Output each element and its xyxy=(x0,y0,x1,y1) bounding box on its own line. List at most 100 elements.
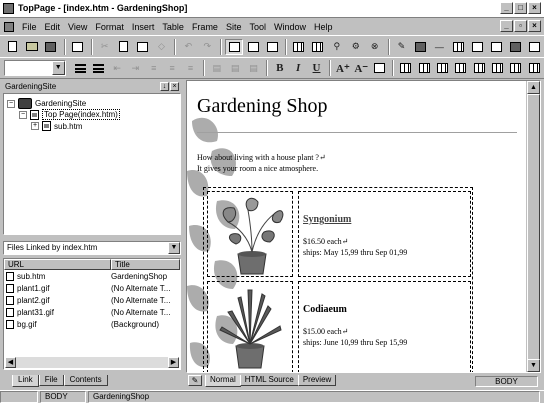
numbered-list-button[interactable] xyxy=(90,60,107,76)
new-file-button[interactable] xyxy=(4,39,22,55)
tree-node-sub[interactable]: + sub.htm xyxy=(31,121,82,131)
editor-pane[interactable]: Gardening Shop How about living with a h… xyxy=(186,80,541,373)
indent-button[interactable]: ⇥ xyxy=(127,60,144,76)
doc-minimize-button[interactable]: _ xyxy=(500,20,513,32)
menu-table[interactable]: Table xyxy=(158,22,188,32)
align-center-button[interactable]: ≡ xyxy=(163,60,180,76)
align-right-button[interactable]: ≡ xyxy=(182,60,199,76)
pen-icon[interactable]: ✎ xyxy=(188,375,202,386)
file-row[interactable]: bg.gif (Background) xyxy=(4,319,180,330)
align-middle-button[interactable]: ▤ xyxy=(226,60,243,76)
paragraph-style-select[interactable]: ▼ xyxy=(4,60,66,76)
font-size-down-button[interactable]: A⁻ xyxy=(353,60,370,76)
doc-close-button[interactable]: × xyxy=(528,20,541,32)
horizontal-scrollbar[interactable]: ◀ ▶ xyxy=(5,357,179,368)
tab-file[interactable]: File xyxy=(38,375,64,386)
format-painter-button[interactable]: ◇ xyxy=(152,39,170,55)
doc-restore-button[interactable]: ▫ xyxy=(514,20,527,32)
linked-files-list[interactable]: URL Title sub.htm GardeningShop plant1.g… xyxy=(3,258,181,370)
page-heading[interactable]: Gardening Shop xyxy=(197,95,328,118)
minimize-button[interactable]: _ xyxy=(500,2,513,14)
tree-collapse-toggle[interactable]: − xyxy=(19,110,27,119)
table-split-button[interactable] xyxy=(489,60,506,76)
browse-button[interactable]: ⚙ xyxy=(347,39,365,55)
paste-button[interactable] xyxy=(134,39,152,55)
insert-rule-button[interactable]: — xyxy=(430,39,448,55)
menu-format[interactable]: Format xyxy=(91,22,128,32)
menu-help[interactable]: Help xyxy=(310,22,337,32)
insert-script-button[interactable] xyxy=(525,39,543,55)
cut-button[interactable]: ✂ xyxy=(96,39,114,55)
font-size-up-button[interactable]: A⁺ xyxy=(334,60,351,76)
align-left-button[interactable]: ≡ xyxy=(145,60,162,76)
tree-expand-toggle[interactable]: + xyxy=(31,122,39,130)
tree-collapse-toggle[interactable]: − xyxy=(7,99,15,108)
italic-button[interactable]: I xyxy=(290,60,307,76)
undo-button[interactable]: ↶ xyxy=(179,39,197,55)
links-view-select[interactable]: Files Linked by index.htm ▼ xyxy=(3,241,181,255)
pane-pin-button[interactable]: ↓ xyxy=(160,81,169,91)
table-insert-row-button[interactable] xyxy=(397,60,414,76)
product-image-cell[interactable] xyxy=(207,191,293,277)
tab-normal[interactable]: Normal xyxy=(205,375,241,387)
scroll-left-icon[interactable]: ◀ xyxy=(5,357,16,368)
underline-button[interactable]: U xyxy=(308,60,325,76)
document-menu-icon[interactable] xyxy=(4,21,14,32)
file-row[interactable]: plant31.gif (No Alternate T... xyxy=(4,307,180,318)
table-delete-row-button[interactable] xyxy=(434,60,451,76)
save-button[interactable] xyxy=(42,39,60,55)
site-button[interactable] xyxy=(290,39,308,55)
product-info-cell[interactable]: Codiaeum $15.00 each↵ ships: June 10,99 … xyxy=(298,281,471,372)
pane-close-button[interactable]: × xyxy=(170,81,179,91)
cell-props-button[interactable] xyxy=(526,60,543,76)
source-view-button[interactable] xyxy=(244,39,262,55)
file-row[interactable]: sub.htm GardeningShop xyxy=(4,271,180,282)
print-button[interactable] xyxy=(69,39,87,55)
column-header-url[interactable]: URL xyxy=(4,259,111,270)
table-merge-button[interactable] xyxy=(471,60,488,76)
tree-node-top-page[interactable]: − Top Page(index.htm) xyxy=(19,109,120,120)
edit-button[interactable]: ✎ xyxy=(393,39,411,55)
bold-button[interactable]: B xyxy=(271,60,288,76)
scroll-down-icon[interactable]: ▼ xyxy=(527,359,540,372)
tab-contents[interactable]: Contents xyxy=(63,375,108,386)
insert-image-button[interactable] xyxy=(412,39,430,55)
table-props-button[interactable] xyxy=(507,60,524,76)
tree-node-site[interactable]: − GardeningSite xyxy=(7,98,86,109)
preview-view-button[interactable] xyxy=(263,39,281,55)
align-bottom-button[interactable]: ▤ xyxy=(245,60,262,76)
intro-line-2[interactable]: It gives your room a nice atmosphere. xyxy=(197,164,318,173)
scroll-thumb[interactable] xyxy=(527,94,540,364)
copy-button[interactable] xyxy=(115,39,133,55)
product-image-cell[interactable] xyxy=(207,281,293,372)
tab-preview[interactable]: Preview xyxy=(297,375,337,386)
file-row[interactable]: plant1.gif (No Alternate T... xyxy=(4,283,180,294)
intro-line-1[interactable]: How about living with a house plant ?↵ xyxy=(197,153,326,162)
table-delete-col-button[interactable] xyxy=(452,60,469,76)
scroll-right-icon[interactable]: ▶ xyxy=(168,357,179,368)
file-row[interactable]: plant2.gif (No Alternate T... xyxy=(4,295,180,306)
link-check-button[interactable] xyxy=(309,39,327,55)
site-tree[interactable]: − GardeningSite − Top Page(index.htm) + … xyxy=(3,93,181,235)
menu-edit[interactable]: Edit xyxy=(41,22,65,32)
insert-form-button[interactable] xyxy=(468,39,486,55)
insert-table-button[interactable] xyxy=(449,39,467,55)
find-button[interactable]: ⚲ xyxy=(328,39,346,55)
font-color-button[interactable] xyxy=(371,60,388,76)
scroll-up-icon[interactable]: ▲ xyxy=(527,81,540,94)
product-info-cell[interactable]: Syngonium $16.50 each↵ ships: May 15,99 … xyxy=(298,191,471,277)
menu-site[interactable]: Site xyxy=(222,22,246,32)
stop-button[interactable]: ⊗ xyxy=(366,39,384,55)
normal-view-button[interactable] xyxy=(225,38,244,55)
page-canvas[interactable]: Gardening Shop How about living with a h… xyxy=(187,81,526,372)
menu-insert[interactable]: Insert xyxy=(128,22,159,32)
redo-button[interactable]: ↷ xyxy=(198,39,216,55)
product-name[interactable]: Codiaeum xyxy=(303,304,347,315)
maximize-button[interactable]: □ xyxy=(514,2,527,14)
chevron-down-icon[interactable]: ▼ xyxy=(51,61,65,75)
menu-tool[interactable]: Tool xyxy=(245,22,270,32)
close-button[interactable]: × xyxy=(528,2,541,14)
menu-frame[interactable]: Frame xyxy=(188,22,222,32)
menu-view[interactable]: View xyxy=(64,22,91,32)
outdent-button[interactable]: ⇤ xyxy=(108,60,125,76)
